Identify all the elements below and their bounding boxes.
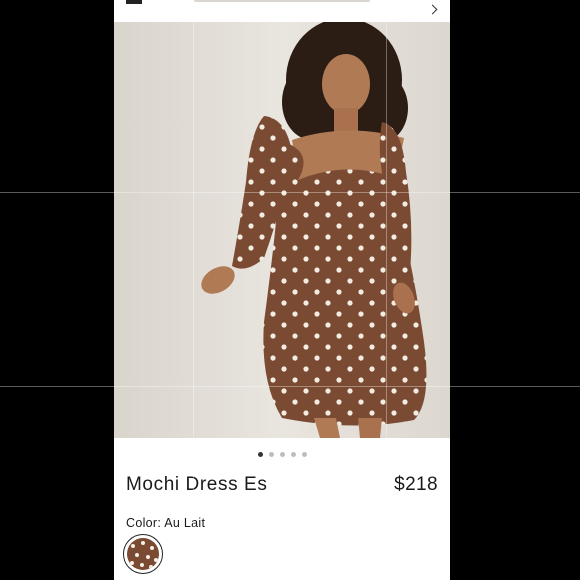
- product-price: $218: [394, 474, 438, 495]
- grid-line: [386, 0, 387, 580]
- chevron-icon[interactable]: [427, 4, 438, 15]
- grid-line: [0, 386, 580, 387]
- product-header: Mochi Dress Es $218: [126, 474, 438, 496]
- color-label: Color:: [126, 516, 162, 530]
- carousel-dot[interactable]: [268, 451, 274, 457]
- carousel-dot[interactable]: [257, 451, 263, 457]
- color-value: Au Lait: [164, 516, 206, 530]
- product-screen: Mochi Dress Es $218 Color: Au Lait: [114, 0, 450, 580]
- grid-line: [193, 0, 194, 580]
- carousel-dot[interactable]: [290, 451, 296, 457]
- polka-dot-swatch-icon: [127, 538, 159, 570]
- menu-icon[interactable]: [126, 0, 142, 4]
- grid-line: [0, 192, 580, 193]
- model-illustration: [114, 22, 450, 438]
- carousel-dot[interactable]: [279, 451, 285, 457]
- carousel-indicator: [114, 448, 450, 460]
- product-title: Mochi Dress Es: [126, 474, 268, 495]
- product-image[interactable]: [114, 22, 450, 438]
- brand-logo: [194, 0, 370, 2]
- color-swatch-selected[interactable]: [123, 534, 163, 574]
- carousel-dot[interactable]: [301, 451, 307, 457]
- top-bar: [114, 0, 450, 22]
